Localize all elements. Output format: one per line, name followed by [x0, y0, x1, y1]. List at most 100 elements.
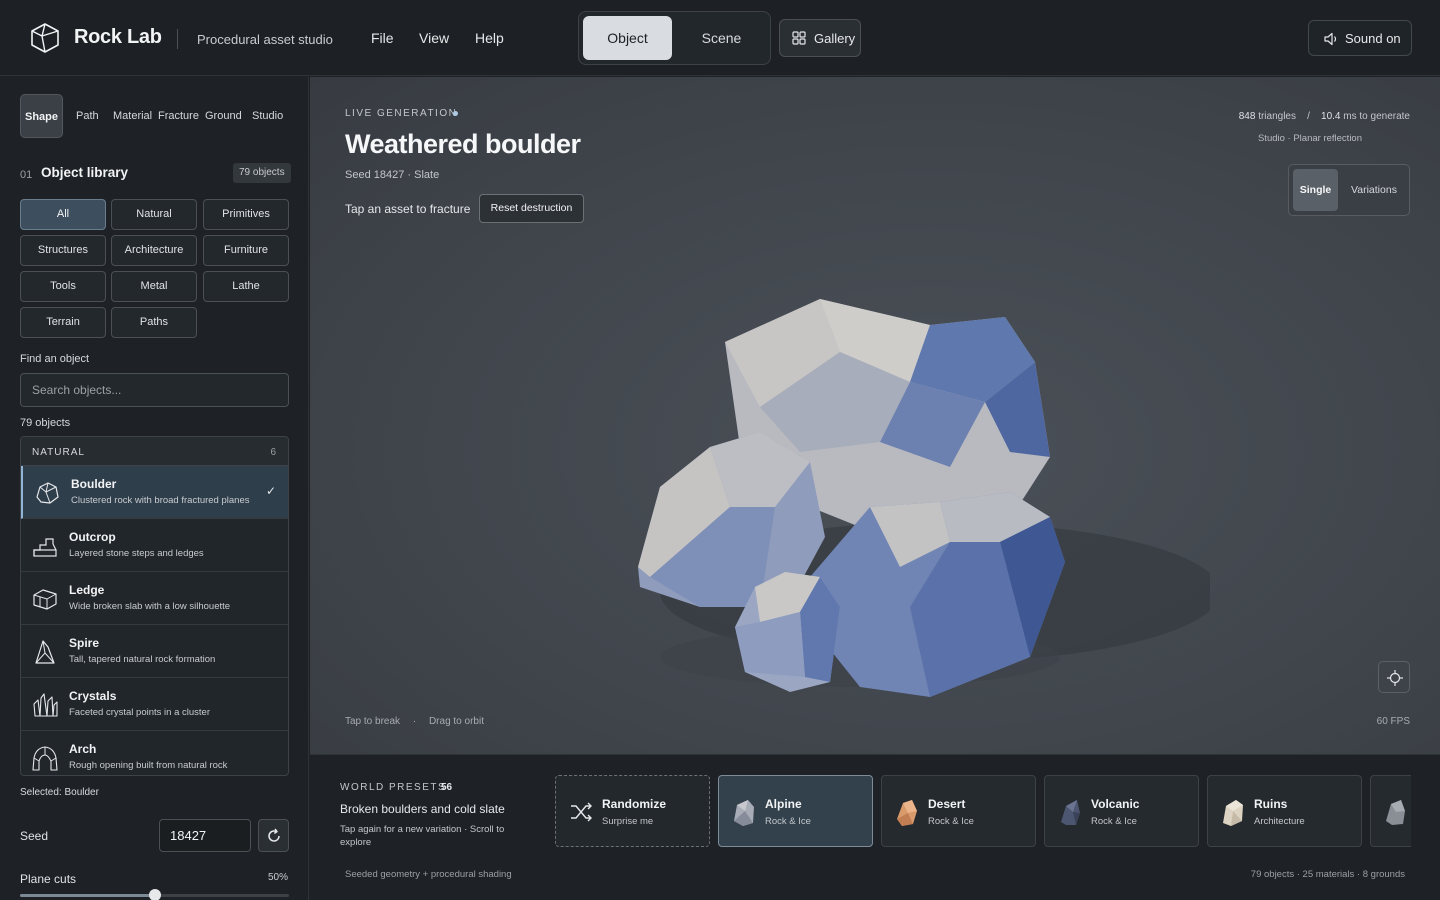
preset-name: Randomize — [602, 797, 667, 811]
preset-name: Ruins — [1254, 797, 1288, 811]
reroll-seed-button[interactable] — [258, 819, 289, 852]
tab-shape[interactable]: Shape — [20, 94, 63, 138]
seed-input[interactable] — [159, 819, 251, 852]
view-single-button[interactable]: Single — [1293, 169, 1338, 211]
crystals-icon — [33, 693, 58, 717]
category-lathe[interactable]: Lathe — [203, 271, 289, 302]
brand-name: Rock Lab — [74, 26, 162, 48]
category-structures[interactable]: Structures — [20, 235, 106, 266]
section-number: 01 — [20, 169, 33, 181]
list-group-header: NATURAL 6 — [21, 437, 288, 466]
tab-ground[interactable]: Ground — [205, 94, 242, 138]
item-desc: Rough opening built from natural rock — [69, 760, 228, 771]
ledge-icon — [33, 589, 57, 610]
menu-file[interactable]: File — [371, 30, 394, 46]
preset-randomize[interactable]: Randomize Surprise me — [555, 775, 710, 847]
preset-sub: Architecture — [1254, 816, 1305, 827]
category-metal[interactable]: Metal — [111, 271, 197, 302]
asset-title: Weathered boulder — [345, 129, 581, 159]
gallery-label: Gallery — [814, 31, 856, 46]
plane-cuts-slider[interactable] — [20, 889, 289, 900]
item-desc: Tall, tapered natural rock formation — [69, 654, 216, 665]
gen-time: 10.4 — [1321, 111, 1341, 122]
list-group-title: NATURAL — [32, 447, 85, 458]
triangle-count: 848 — [1238, 111, 1256, 122]
interaction-hints: Tap to break · Drag to orbit — [345, 716, 484, 727]
item-name: Crystals — [69, 689, 117, 703]
category-tools[interactable]: Tools — [20, 271, 106, 302]
boulder-icon — [36, 482, 59, 504]
desert-rock-icon — [897, 800, 917, 826]
list-item-boulder[interactable]: Boulder Clustered rock with broad fractu… — [21, 466, 288, 519]
list-group-count: 6 — [270, 447, 276, 458]
hint-break: Tap to break — [345, 716, 401, 727]
3d-viewport[interactable]: LIVE GENERATION Weathered boulder Seed 1… — [310, 77, 1440, 754]
list-item-outcrop[interactable]: Outcrop Layered stone steps and ledges — [21, 519, 288, 572]
category-terrain[interactable]: Terrain — [20, 307, 106, 338]
presets-desc: Tap again for a new variation · Scroll t… — [340, 824, 505, 848]
preset-alpine[interactable]: Alpine Rock & Ice — [718, 775, 873, 847]
recenter-button[interactable] — [1378, 661, 1410, 693]
live-indicator-dot — [453, 111, 458, 116]
item-name: Arch — [69, 742, 97, 756]
footer-note: Seeded geometry + procedural shading — [345, 869, 512, 880]
mode-object-button[interactable]: Object — [583, 16, 672, 60]
tab-studio[interactable]: Studio — [252, 94, 283, 138]
reset-destruction-button[interactable]: Reset destruction — [479, 194, 584, 223]
list-item-crystals[interactable]: Crystals Faceted crystal points in a clu… — [21, 678, 288, 731]
menu-help[interactable]: Help — [475, 30, 504, 46]
preset-ruins[interactable]: Ruins Architecture — [1207, 775, 1362, 847]
live-generation-label: LIVE GENERATION — [345, 108, 458, 119]
sound-toggle-button[interactable]: Sound on — [1308, 20, 1412, 56]
menu-view[interactable]: View — [419, 30, 449, 46]
preset-sub: Rock & Ice — [1091, 816, 1137, 827]
list-item-spire[interactable]: Spire Tall, tapered natural rock formati… — [21, 625, 288, 678]
logo-icon — [31, 23, 59, 53]
search-input[interactable] — [20, 373, 289, 407]
tagline: Procedural asset studio — [197, 32, 333, 47]
gallery-button[interactable]: Gallery — [779, 19, 861, 57]
fracture-hint: Tap an asset to fracture — [345, 202, 471, 216]
mode-scene-button[interactable]: Scene — [677, 16, 766, 60]
preset-next-partial[interactable] — [1370, 775, 1411, 847]
find-label: Find an object — [20, 353, 90, 365]
category-architecture[interactable]: Architecture — [111, 235, 197, 266]
preset-name: Desert — [928, 797, 966, 811]
slider-thumb[interactable] — [148, 889, 161, 900]
item-name: Outcrop — [69, 530, 116, 544]
preset-volcanic[interactable]: Volcanic Rock & Ice — [1044, 775, 1199, 847]
shuffle-icon — [571, 802, 592, 822]
tab-fracture[interactable]: Fracture — [158, 94, 199, 138]
triangle-unit: triangles — [1258, 111, 1296, 122]
stats-separator: / — [1307, 111, 1310, 122]
studio-note: Studio · Planar reflection — [1257, 133, 1362, 144]
asset-subtitle: Seed 18427 · Slate — [345, 169, 440, 181]
sidebar: Shape Path Material Fracture Ground Stud… — [0, 77, 309, 900]
check-icon: ✓ — [265, 484, 276, 498]
view-variations-button[interactable]: Variations — [1343, 169, 1405, 211]
boulder-mesh[interactable] — [610, 277, 1210, 697]
presets-label: WORLD PRESETS — [340, 782, 447, 793]
category-primitives[interactable]: Primitives — [203, 199, 289, 230]
section-title: Object library — [41, 165, 129, 180]
object-count-badge: 79 objects — [233, 163, 291, 183]
app-header: Rock Lab Procedural asset studio File Vi… — [0, 0, 1440, 76]
category-furniture[interactable]: Furniture — [203, 235, 289, 266]
volcanic-rock-icon — [1061, 800, 1080, 825]
list-item-arch[interactable]: Arch Rough opening built from natural ro… — [21, 731, 288, 775]
category-all[interactable]: All — [20, 199, 106, 230]
category-natural[interactable]: Natural — [111, 199, 197, 230]
preset-desert[interactable]: Desert Rock & Ice — [881, 775, 1036, 847]
preset-sub: Rock & Ice — [765, 816, 811, 827]
sound-label: Sound on — [1345, 31, 1401, 46]
preset-sub: Rock & Ice — [928, 816, 974, 827]
outcrop-icon — [33, 538, 57, 557]
list-item-ledge[interactable]: Ledge Wide broken slab with a low silhou… — [21, 572, 288, 625]
tab-material[interactable]: Material — [113, 94, 152, 138]
tab-path[interactable]: Path — [76, 94, 99, 138]
results-count: 79 objects — [20, 417, 71, 429]
item-desc: Wide broken slab with a low silhouette — [69, 601, 231, 612]
item-name: Ledge — [69, 583, 105, 597]
category-paths[interactable]: Paths — [111, 307, 197, 338]
view-mode-toggle: Single Variations — [1288, 164, 1410, 216]
